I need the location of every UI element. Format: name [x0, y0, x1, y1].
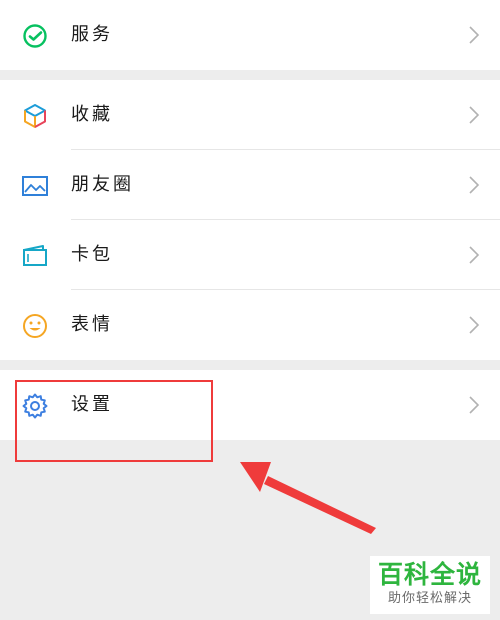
- watermark: 百科全说 助你轻松解决: [370, 556, 490, 614]
- annotation-arrow: [240, 462, 376, 534]
- watermark-title: 百科全说: [377, 560, 482, 589]
- watermark-subtitle: 助你轻松解决: [387, 591, 472, 606]
